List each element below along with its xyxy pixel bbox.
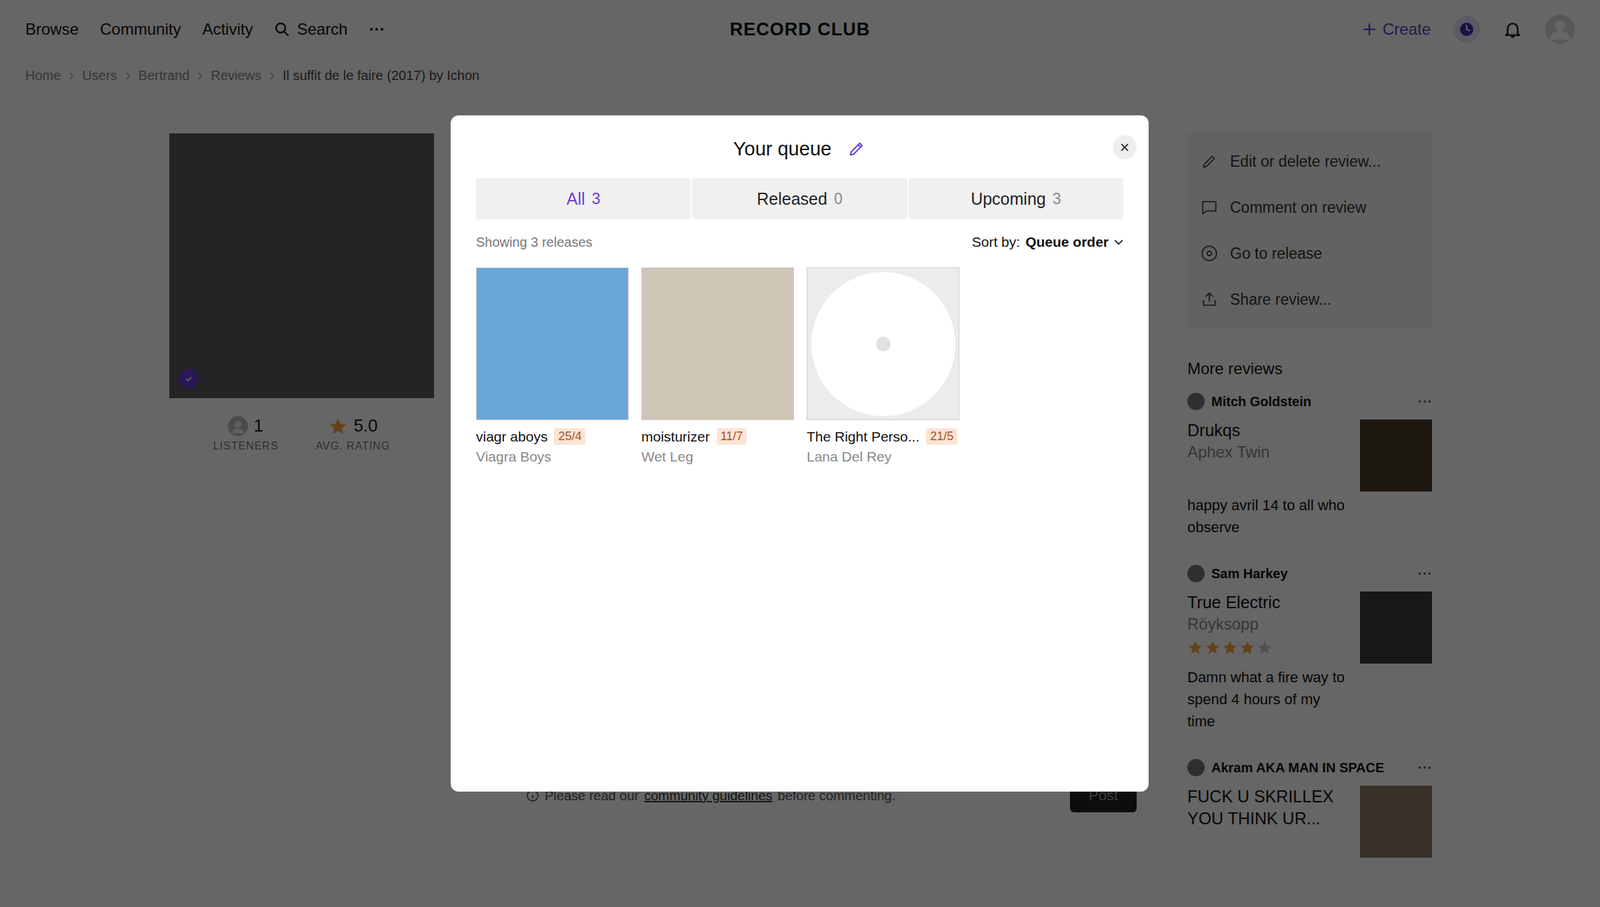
release-cover [641, 267, 794, 420]
release-artist: Wet Leg [641, 448, 794, 465]
queue-tabs: All3Released0Upcoming3 [476, 178, 1124, 220]
result-count: Showing 3 releases [476, 234, 593, 250]
release-card[interactable]: The Right Perso... 21/5 Lana Del Rey [806, 267, 960, 465]
close-button[interactable] [1112, 135, 1137, 160]
sort-dropdown[interactable]: Sort by:Queue order [972, 234, 1124, 250]
release-cover [806, 267, 960, 420]
release-date-badge: 25/4 [554, 428, 586, 445]
queue-modal: Your queue All3Released0Upcoming3 Showing … [450, 115, 1149, 792]
list-toolbar: Showing 3 releases Sort by:Queue order [476, 234, 1124, 250]
release-artist: Lana Del Rey [806, 448, 960, 465]
close-icon [1119, 142, 1130, 153]
tab[interactable]: All3 [476, 178, 691, 220]
vinyl-icon [811, 272, 956, 416]
release-card[interactable]: viagr aboys 25/4 Viagra Boys [476, 267, 629, 465]
release-title: viagr aboys [476, 428, 548, 445]
edit-pencil-icon[interactable] [847, 139, 866, 158]
release-grid: viagr aboys 25/4 Viagra Boys moisturizer 11/… [476, 267, 1124, 465]
release-title: The Right Perso... [806, 428, 920, 445]
tab[interactable]: Released0 [692, 178, 907, 220]
release-card[interactable]: moisturizer 11/7 Wet Leg [641, 267, 794, 465]
page: BrowseCommunityActivitySearchRECORD CLUB… [0, 0, 1600, 907]
release-artist: Viagra Boys [476, 448, 629, 465]
release-date-badge: 11/7 [716, 428, 748, 445]
tab[interactable]: Upcoming3 [908, 178, 1124, 220]
chevron-down-icon [1114, 238, 1124, 246]
release-title: moisturizer [641, 428, 710, 445]
release-cover [476, 267, 629, 420]
release-date-badge: 21/5 [926, 428, 958, 445]
modal-header: Your queue [476, 135, 1124, 162]
